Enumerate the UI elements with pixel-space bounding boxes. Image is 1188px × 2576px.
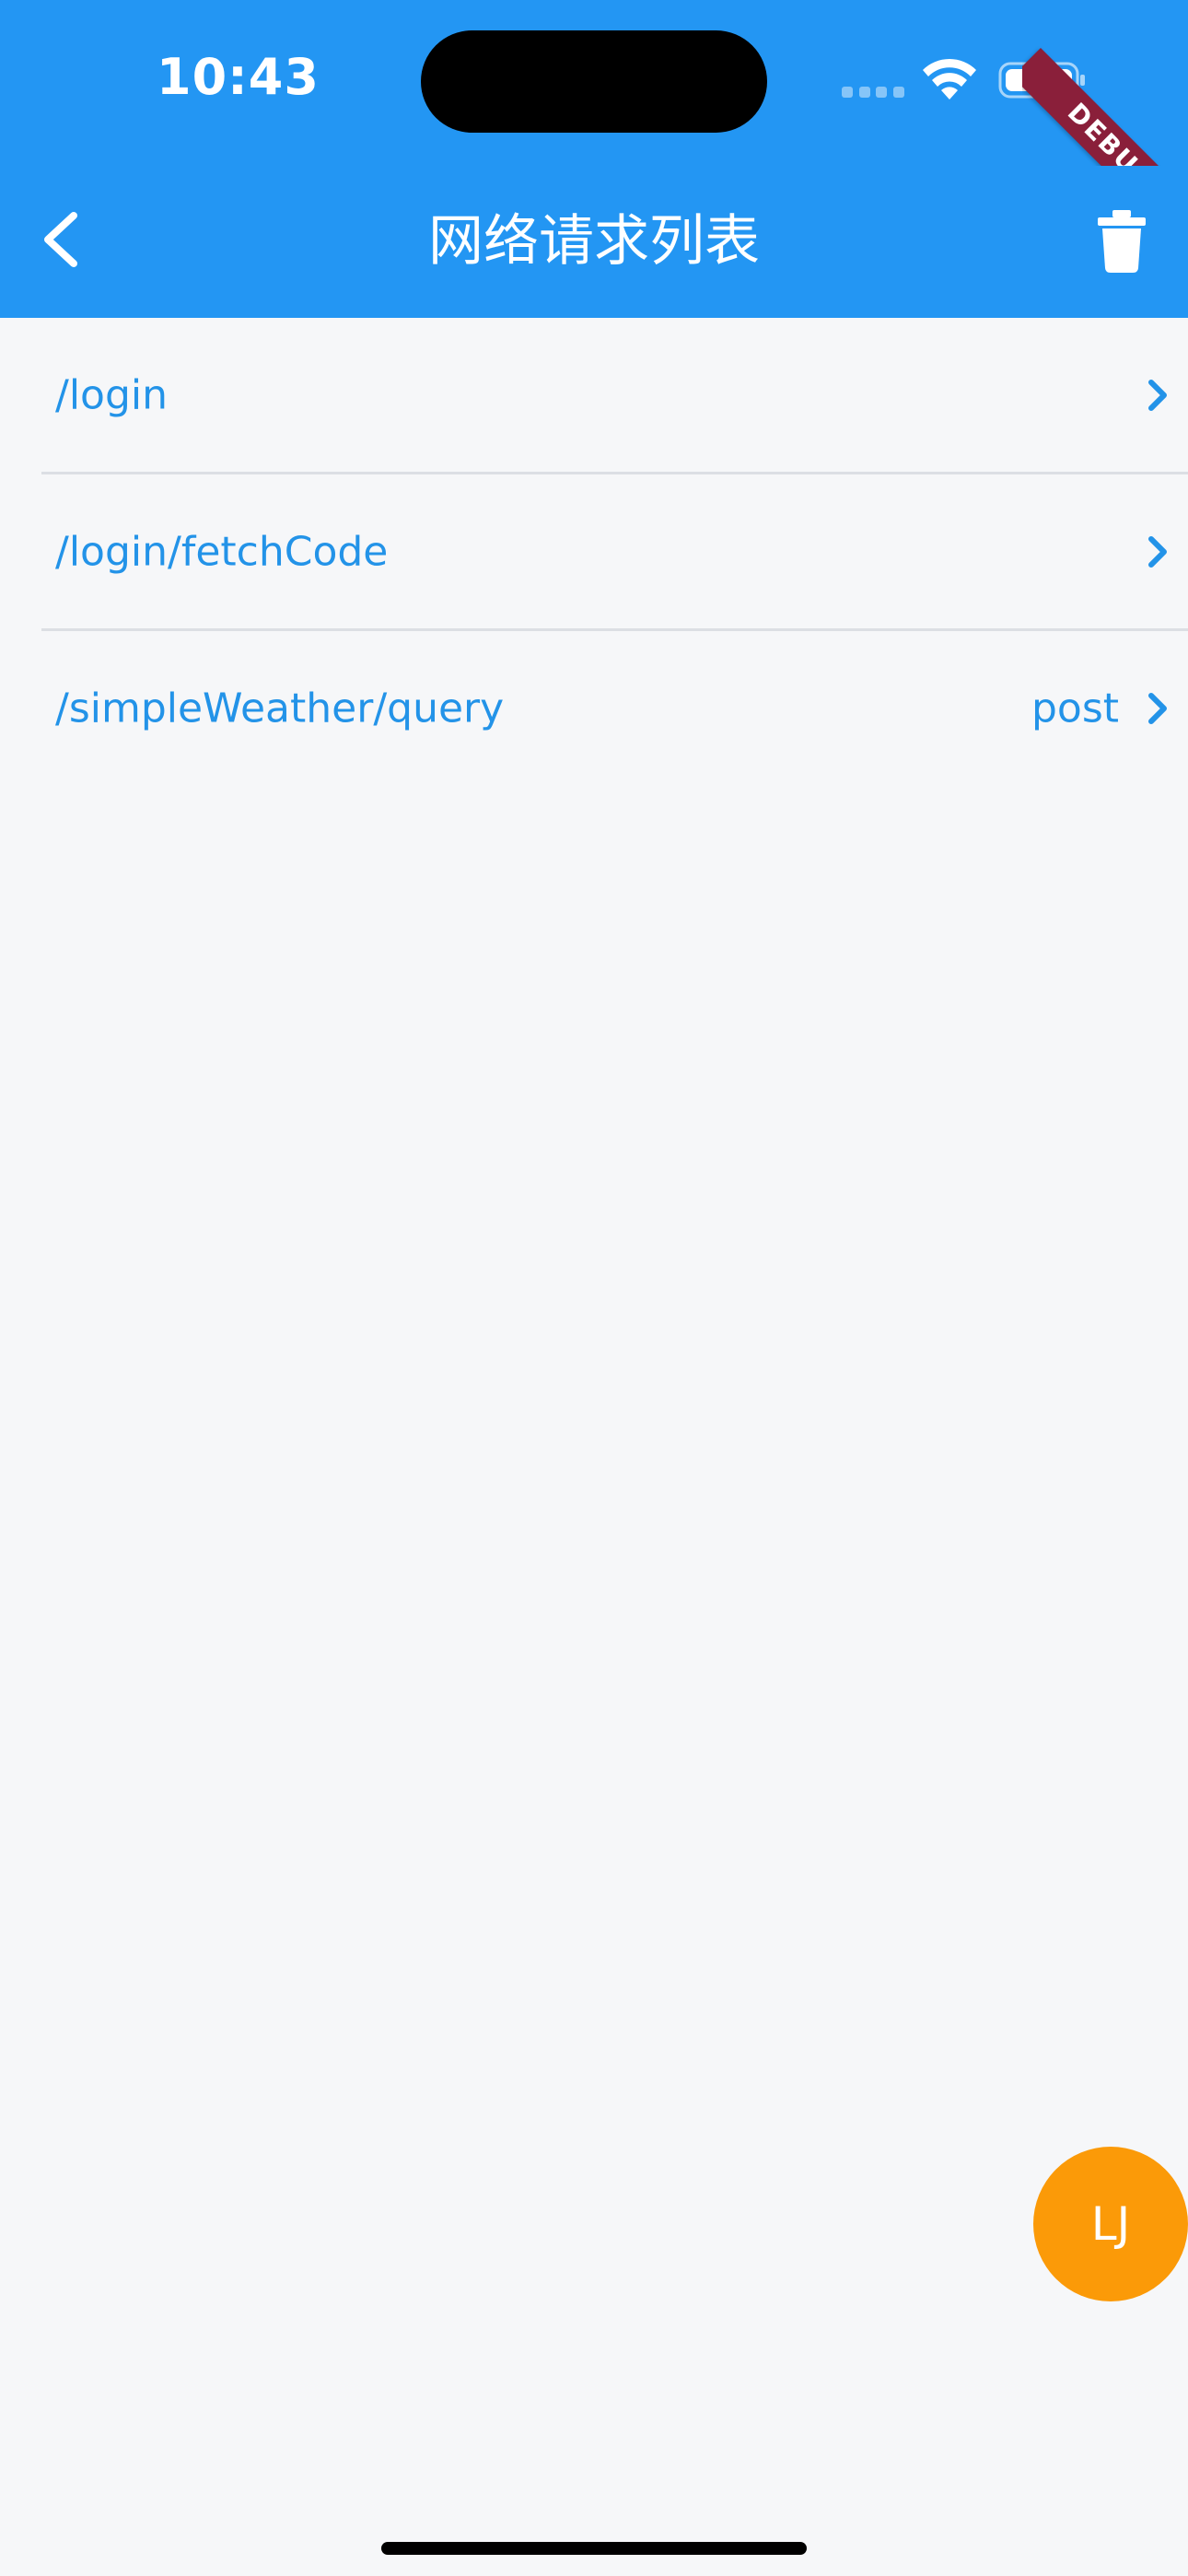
trash-icon (1098, 210, 1146, 273)
debug-label: DEBUG (1022, 48, 1188, 166)
debug-banner: DEBUG (1022, 0, 1188, 166)
request-path: /simpleWeather/query (55, 685, 505, 732)
app-bar: 10:43 DEBUG 网络请求列表 (0, 0, 1188, 318)
status-bar-time: 10:43 (157, 48, 320, 106)
home-indicator (381, 2542, 807, 2555)
page-title: 网络请求列表 (428, 209, 760, 274)
wifi-icon (923, 58, 976, 100)
request-method: post (1031, 685, 1119, 732)
clear-requests-button[interactable] (1096, 210, 1147, 273)
chevron-right-icon (1148, 535, 1167, 568)
request-list: /login /login/fetchCode /simpleWeather/q… (0, 318, 1188, 785)
request-list-item[interactable]: /login (41, 318, 1188, 474)
request-list-item[interactable]: /simpleWeather/query post (41, 631, 1188, 785)
request-path: /login (55, 371, 169, 418)
chevron-right-icon (1148, 692, 1167, 724)
request-list-item[interactable]: /login/fetchCode (41, 474, 1188, 631)
request-path: /login/fetchCode (55, 528, 389, 575)
dynamic-island (421, 30, 767, 133)
floating-action-button[interactable]: LJ (1033, 2147, 1188, 2301)
chevron-right-icon (1148, 379, 1167, 411)
cellular-signal-icon (842, 87, 904, 98)
